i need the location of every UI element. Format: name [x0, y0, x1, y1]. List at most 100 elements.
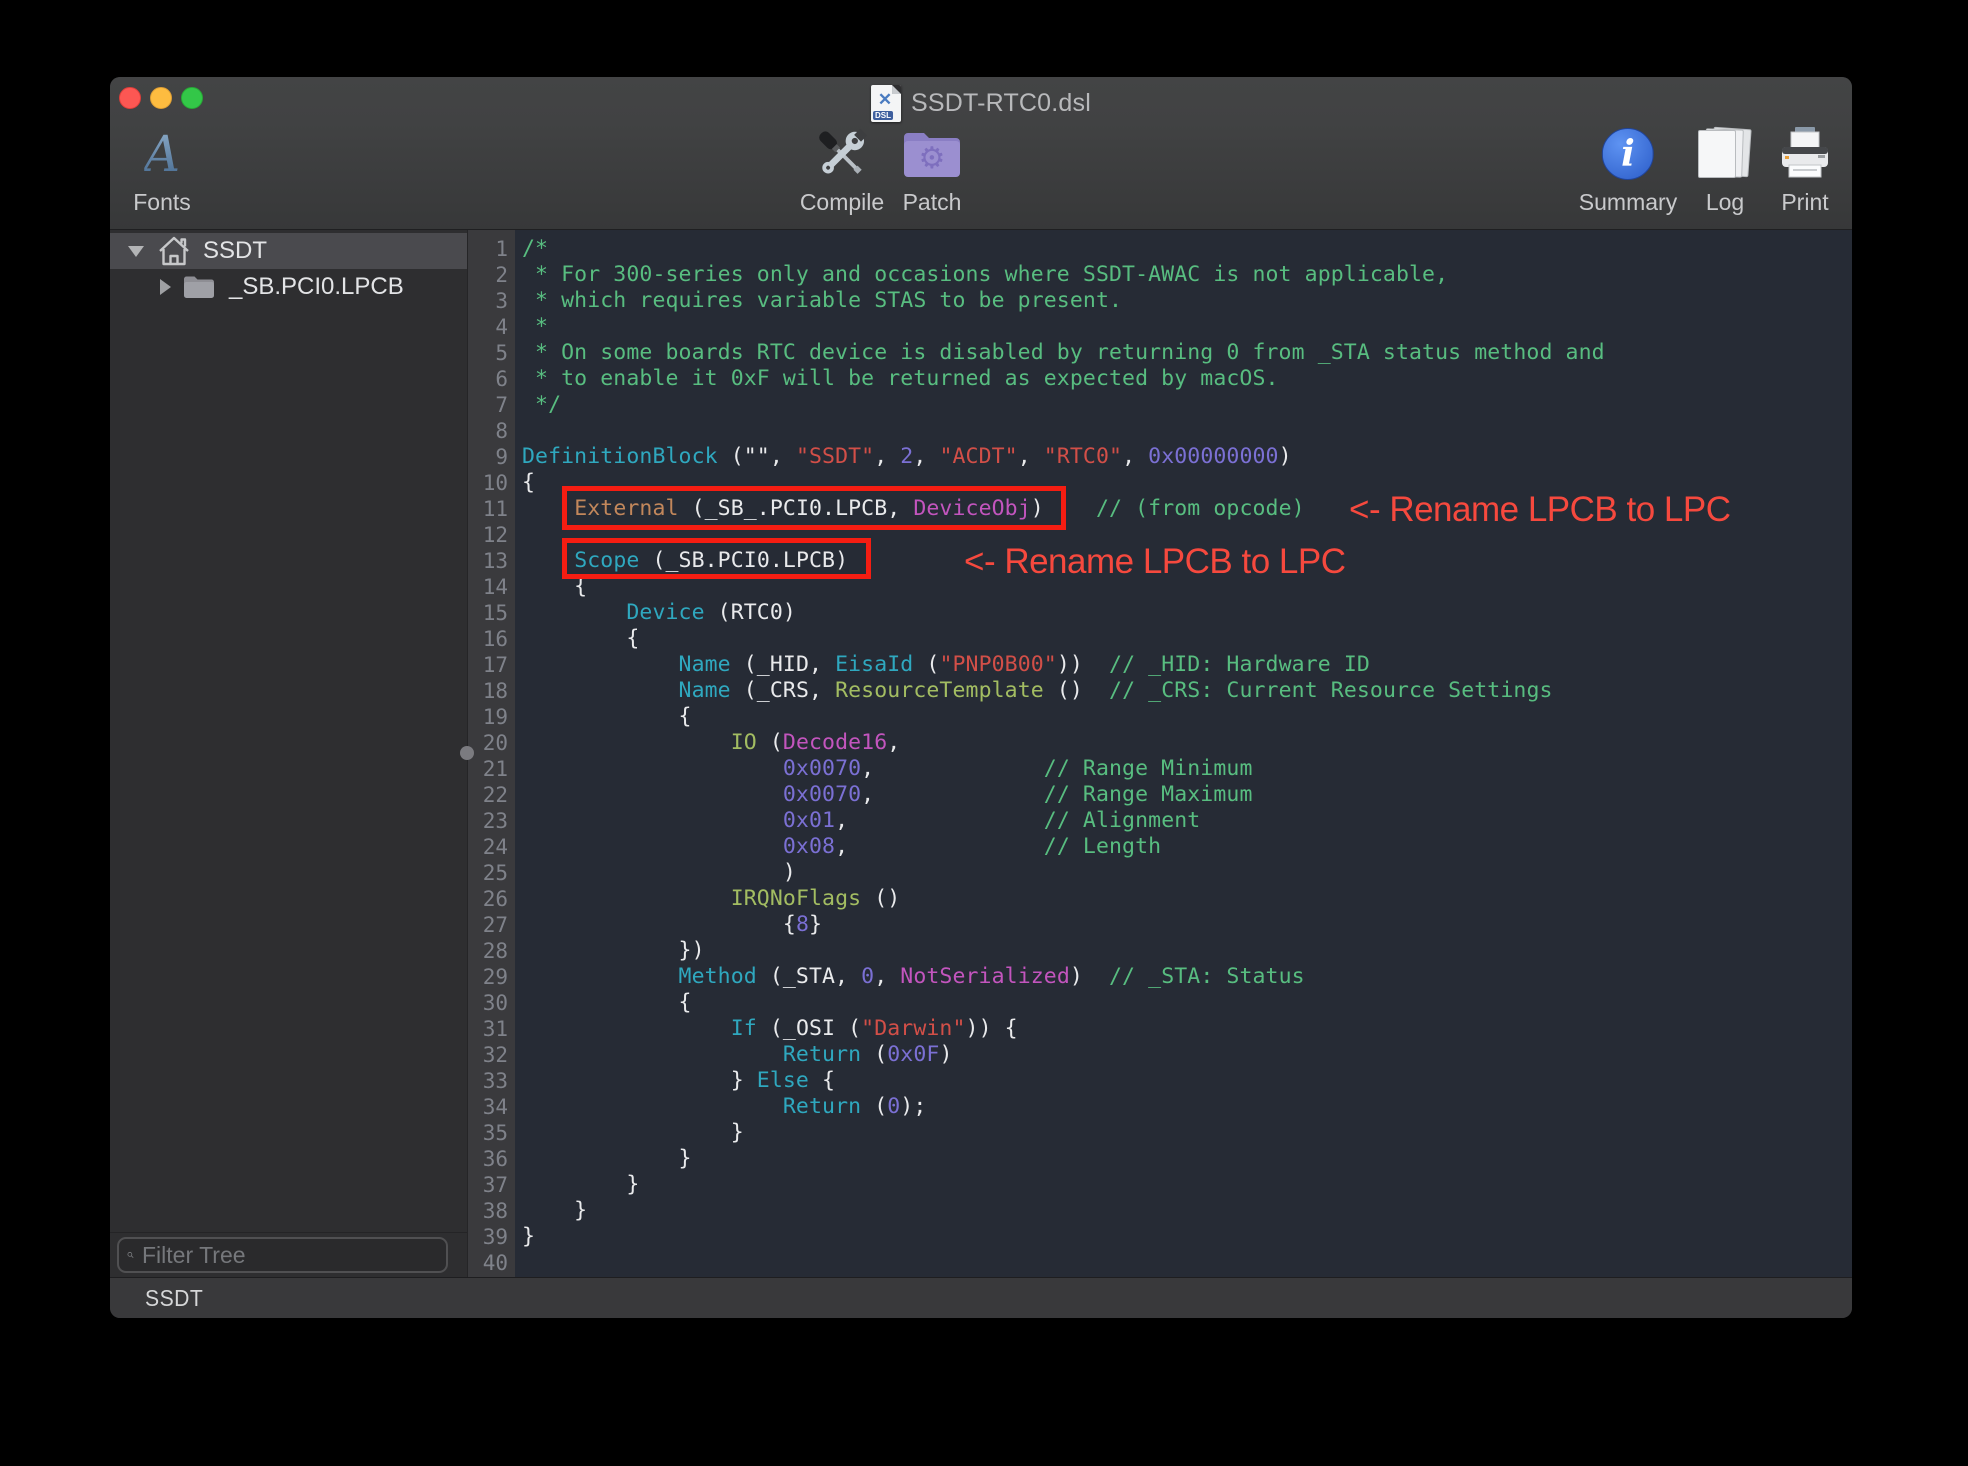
folder-icon: [182, 274, 216, 300]
summary-info-icon: i: [1602, 128, 1654, 180]
tree-item-label: SSDT: [203, 237, 267, 265]
code-line: If (_OSI ("Darwin")) {: [522, 1016, 1605, 1042]
line-number-gutter: 1234567891011121314151617181920212223242…: [467, 230, 515, 1277]
line-number: 3: [468, 288, 515, 314]
code-line: IRQNoFlags (): [522, 886, 1605, 912]
code-line: Method (_STA, 0, NotSerialized) // _STA:…: [522, 964, 1605, 990]
toolbar-label: Fonts: [133, 189, 191, 216]
toolbar-print-button[interactable]: Print: [1776, 123, 1834, 216]
line-number: 25: [468, 860, 515, 886]
minimize-button[interactable]: [150, 87, 172, 109]
line-number: 31: [468, 1016, 515, 1042]
code-line: DefinitionBlock ("", "SSDT", 2, "ACDT", …: [522, 444, 1605, 470]
compile-tools-icon: [810, 123, 874, 185]
log-pages-icon: [1696, 126, 1754, 182]
svg-text:⚙: ⚙: [919, 141, 946, 176]
sidebar-tree: SSDT _SB.PCI0.LPCB: [110, 230, 467, 1277]
annotation-box-external: [562, 486, 1066, 530]
code-line: 0x0070, // Range Minimum: [522, 756, 1605, 782]
line-number: 12: [468, 522, 515, 548]
line-number: 22: [468, 782, 515, 808]
toolbar-label: Compile: [800, 189, 884, 216]
annotation-rename-2: <- Rename LPCB to LPC: [964, 542, 1346, 582]
toolbar-summary-button[interactable]: i Summary: [1579, 123, 1677, 216]
code-line: 0x01, // Alignment: [522, 808, 1605, 834]
line-number: 1: [468, 236, 515, 262]
code-line: /*: [522, 236, 1605, 262]
code-line: * to enable it 0xF will be returned as e…: [522, 366, 1605, 392]
code-line: * For 300-series only and occasions wher…: [522, 262, 1605, 288]
close-button[interactable]: [119, 87, 141, 109]
line-number: 29: [468, 964, 515, 990]
line-number: 7: [468, 392, 515, 418]
line-number: 18: [468, 678, 515, 704]
main-split-view: SSDT _SB.PCI0.LPCB 1: [110, 230, 1852, 1277]
code-line: }: [522, 1120, 1605, 1146]
line-number: 13: [468, 548, 515, 574]
code-line: {8}: [522, 912, 1605, 938]
tree-item-ssdt[interactable]: SSDT: [110, 233, 467, 269]
patch-folder-icon: ⚙: [901, 126, 963, 182]
zoom-button[interactable]: [181, 87, 203, 109]
toolbar-patch-button[interactable]: ⚙ Patch: [901, 123, 963, 216]
code-text: /* * For 300-series only and occasions w…: [522, 236, 1605, 1276]
house-icon: [157, 235, 191, 267]
line-number: 9: [468, 444, 515, 470]
annotation-rename-1: <- Rename LPCB to LPC: [1349, 490, 1731, 530]
toolbar-log-button[interactable]: Log: [1696, 123, 1754, 216]
toolbar-label: Print: [1781, 189, 1828, 216]
line-number: 20: [468, 730, 515, 756]
code-line: [522, 418, 1605, 444]
filter-tree-input[interactable]: [142, 1242, 438, 1269]
code-line: } Else {: [522, 1068, 1605, 1094]
line-number: 24: [468, 834, 515, 860]
code-line: }: [522, 1224, 1605, 1250]
line-number: 11: [468, 496, 515, 522]
toolbar-label: Log: [1706, 189, 1744, 216]
dsl-document-icon: ✕ DSL: [871, 85, 901, 122]
disclosure-right-icon[interactable]: [160, 279, 171, 295]
line-number: 35: [468, 1120, 515, 1146]
annotation-box-scope: [562, 538, 871, 579]
line-number: 16: [468, 626, 515, 652]
line-number: 40: [468, 1250, 515, 1276]
window-title: SSDT-RTC0.dsl: [911, 89, 1091, 118]
tree-item-lpcb[interactable]: _SB.PCI0.LPCB: [110, 269, 467, 305]
toolbar-fonts-button[interactable]: A Fonts: [133, 123, 191, 216]
code-editor[interactable]: /* * For 300-series only and occasions w…: [515, 230, 1852, 1277]
line-number: 36: [468, 1146, 515, 1172]
line-number: 39: [468, 1224, 515, 1250]
status-bar: SSDT: [110, 1277, 1852, 1318]
maciasl-window: ✕ DSL SSDT-RTC0.dsl A Fonts: [110, 77, 1852, 1318]
line-number: 4: [468, 314, 515, 340]
code-line: {: [522, 990, 1605, 1016]
line-number: 38: [468, 1198, 515, 1224]
code-line: }: [522, 1172, 1605, 1198]
code-line: Device (RTC0): [522, 600, 1605, 626]
code-line: IO (Decode16,: [522, 730, 1605, 756]
line-number: 34: [468, 1094, 515, 1120]
tree-item-label: _SB.PCI0.LPCB: [229, 273, 404, 301]
print-icon: [1776, 125, 1834, 183]
line-number: 8: [468, 418, 515, 444]
line-number: 10: [468, 470, 515, 496]
line-number: 30: [468, 990, 515, 1016]
filter-tree-field[interactable]: [117, 1237, 448, 1273]
disclosure-down-icon[interactable]: [128, 246, 144, 257]
code-line: * On some boards RTC device is disabled …: [522, 340, 1605, 366]
code-line: }: [522, 1198, 1605, 1224]
code-line: Name (_HID, EisaId ("PNP0B00")) // _HID:…: [522, 652, 1605, 678]
line-number: 33: [468, 1068, 515, 1094]
line-number: 17: [468, 652, 515, 678]
line-number: 2: [468, 262, 515, 288]
code-line: [522, 1250, 1605, 1276]
line-number: 14: [468, 574, 515, 600]
line-number: 21: [468, 756, 515, 782]
code-line: Name (_CRS, ResourceTemplate () // _CRS:…: [522, 678, 1605, 704]
splitter-handle[interactable]: [460, 746, 474, 760]
toolbar-label: Patch: [903, 189, 962, 216]
search-icon: [127, 1244, 134, 1266]
traffic-lights: [119, 87, 203, 109]
fonts-a-icon: A: [144, 126, 180, 182]
toolbar-compile-button[interactable]: Compile: [800, 123, 884, 216]
